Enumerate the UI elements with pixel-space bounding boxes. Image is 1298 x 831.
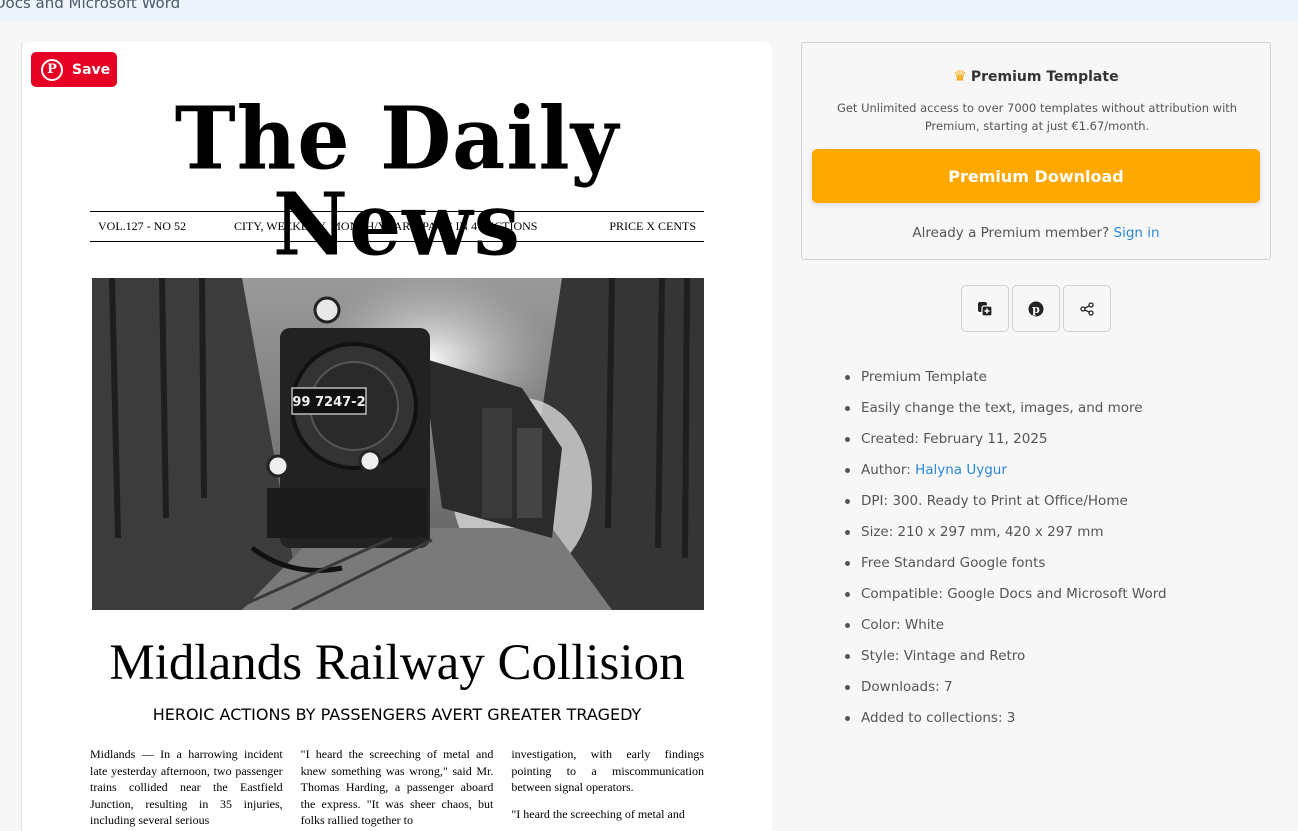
article-columns: Midlands — In a harrowing incident late … [90,746,704,831]
detail-item: Compatible: Google Docs and Microsoft Wo… [845,583,1167,614]
article-column-1: Midlands — In a harrowing incident late … [90,746,283,831]
detail-item: Style: Vintage and Retro [845,645,1167,676]
action-buttons: p [961,285,1111,332]
premium-panel: ♛ Premium Template Get Unlimited access t… [801,42,1271,260]
newspaper-dateline: VOL.127 - NO 52 CITY, WEEKDAY, MONTH/YEA… [90,211,704,242]
detail-item-author: Author: Halyna Uygur [845,459,1167,490]
template-preview: P Save The Daily News VOL.127 - NO 52 CI… [22,42,772,831]
premium-download-button[interactable]: Premium Download [812,149,1260,203]
crown-icon: ♛ [953,67,967,85]
premium-title: ♛ Premium Template [802,67,1270,85]
sign-in-link[interactable]: Sign in [1114,225,1160,241]
detail-item: Added to collections: 3 [845,707,1167,738]
detail-item: DPI: 300. Ready to Print at Office/Home [845,490,1167,521]
article-column-3: investigation, with early findings point… [511,746,704,831]
pinterest-icon: p [1028,301,1044,316]
add-to-collection-button[interactable] [961,285,1009,332]
article-column-2: "I heard the screeching of metal and kne… [301,746,494,831]
share-icon [1080,301,1094,316]
article-headline: Midlands Railway Collision [109,635,685,691]
newspaper-masthead: The Daily News [174,88,620,276]
article-paragraph: "I heard the screeching of metal and kne… [300,747,494,828]
detail-item: Created: February 11, 2025 [845,428,1167,459]
share-button[interactable] [1063,285,1111,332]
detail-item: Premium Template [845,366,1167,397]
premium-description: Get Unlimited access to over 7000 templa… [836,101,1238,133]
article-subheadline: HEROIC ACTIONS BY PASSENGERS AVERT GREAT… [152,705,642,724]
detail-item: Color: White [845,614,1167,645]
pinterest-icon: P [41,58,63,81]
premium-title-text: Premium Template [970,69,1119,85]
locomotive-plate: 99 7247-2 [292,395,365,410]
dateline-price: PRICE X CENTS [609,219,696,233]
detail-item: Easily change the text, images, and more [845,397,1167,428]
article-paragraph: "I heard the screeching of metal and [511,806,685,821]
top-strip-text: Docs and Microsoft Word [0,0,181,12]
pinterest-share-button[interactable]: p [1012,285,1060,332]
left-gutter [0,42,22,831]
locomotive-photo: 99 7247-2 [92,278,704,610]
dateline-volume: VOL.127 - NO 52 [98,219,186,233]
copy-plus-icon [978,301,993,317]
svg-text:p: p [1032,303,1040,316]
locomotive-illustration: 99 7247-2 [92,278,704,610]
dateline-city: CITY, WEEKDAY, MONTH/YEAR 8 PAGE IN 4 SE… [234,219,538,233]
pinterest-save-button[interactable]: P Save [31,52,117,87]
premium-member-line: Already a Premium member? Sign in [802,225,1270,241]
template-details: Premium Template Easily change the text,… [845,366,1167,738]
author-link[interactable]: Halyna Uygur [915,462,1007,478]
article-paragraph: Midlands — In a harrowing incident late … [90,747,283,828]
detail-item: Free Standard Google fonts [845,552,1167,583]
detail-item: Size: 210 x 297 mm, 420 x 297 mm [845,521,1167,552]
premium-member-text: Already a Premium member? [912,225,1110,241]
top-strip: Docs and Microsoft Word [0,0,1298,22]
author-label: Author: [861,462,916,478]
detail-item: Downloads: 7 [845,676,1167,707]
pinterest-save-label: Save [72,61,111,78]
article-paragraph: investigation, with early findings point… [511,747,705,795]
